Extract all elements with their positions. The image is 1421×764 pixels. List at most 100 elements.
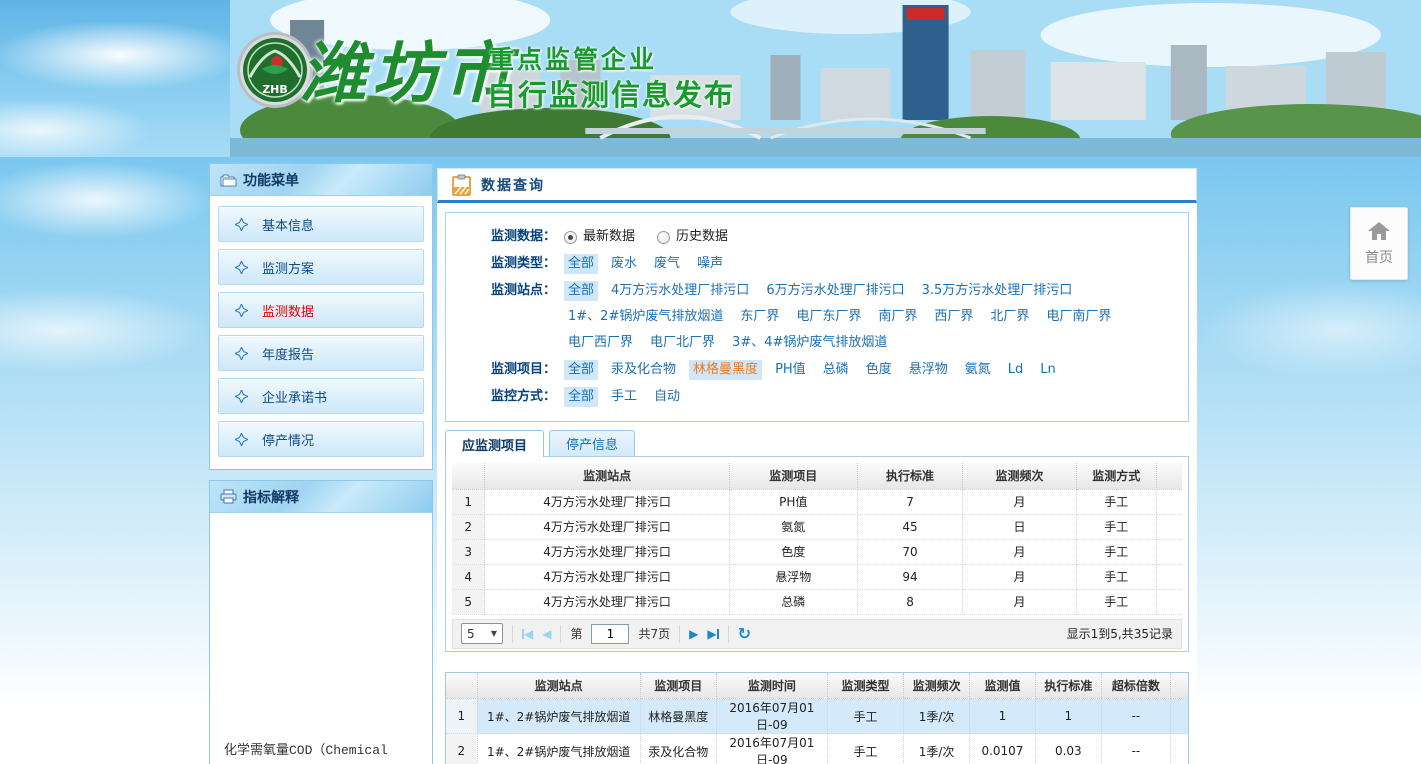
radio-latest-data[interactable]: 最新数据 (564, 227, 635, 247)
filter-option[interactable]: 总磷 (819, 360, 853, 380)
filter-label: 监测类型： (491, 254, 556, 274)
header-num (446, 673, 477, 699)
cell-type: 手工 (827, 699, 903, 734)
filter-option[interactable]: 悬浮物 (905, 360, 952, 380)
filter-option[interactable]: Ld (1004, 360, 1028, 380)
last-page-button[interactable]: ▶ (707, 628, 718, 640)
filter-option[interactable]: 4万方污水处理厂排污口 (607, 281, 753, 301)
sidebar-item-shutdown[interactable]: 停产情况 (218, 421, 424, 457)
cell-standard: 45 (857, 514, 963, 539)
filter-option[interactable]: 西厂界 (930, 307, 977, 327)
cell-spacer (1171, 734, 1188, 764)
cell-station: 4万方污水处理厂排污口 (485, 514, 730, 539)
folder-icon (220, 173, 237, 187)
filter-label: 监控方式： (491, 387, 556, 407)
indicator-title: 指标解释 (243, 487, 299, 507)
filter-option[interactable]: PH值 (771, 360, 810, 380)
compass-icon (235, 347, 248, 360)
sidebar-item-commitment[interactable]: 企业承诺书 (218, 378, 424, 414)
cell-item: 氨氮 (729, 514, 857, 539)
radio-icon (564, 231, 577, 244)
cell-method: 手工 (1076, 489, 1156, 514)
cell-station: 1#、2#锅炉废气排放烟道 (477, 699, 640, 734)
sidebar-item-monitor-plan[interactable]: 监测方案 (218, 249, 424, 285)
filter-option[interactable]: 噪声 (693, 254, 727, 274)
filter-option[interactable]: 全部 (564, 254, 598, 274)
monitoring-data-box: 监测站点 监测项目 监测时间 监测类型 监测频次 监测值 执行标准 超标倍数 1… (445, 672, 1189, 764)
filter-option-highlighted[interactable]: 林格曼黑度 (689, 360, 762, 380)
cell-freq: 月 (963, 539, 1076, 564)
cell-freq: 月 (963, 564, 1076, 589)
filter-option[interactable]: 电厂西厂界 (564, 333, 637, 353)
row-num: 5 (452, 589, 485, 614)
sidebar-item-label: 企业承诺书 (262, 387, 327, 406)
header-station: 监测站点 (477, 673, 640, 699)
filter-option[interactable]: 电厂南厂界 (1042, 307, 1115, 327)
header-type: 监测类型 (827, 673, 903, 699)
table-row: 5 4万方污水处理厂排污口 总磷 8 月 手工 (452, 589, 1182, 614)
home-button[interactable]: 首页 (1350, 207, 1408, 280)
filter-option[interactable]: 东厂界 (736, 307, 783, 327)
monitoring-items-content: 监测站点 监测项目 执行标准 监测频次 监测方式 1 4万方污水处理厂排污口 P… (445, 456, 1189, 652)
filter-option[interactable]: 自动 (650, 387, 684, 407)
sidebar-item-basic-info[interactable]: 基本信息 (218, 206, 424, 242)
filter-option[interactable]: 3.5万方污水处理厂排污口 (918, 281, 1077, 301)
tab-monitoring-items[interactable]: 应监测项目 (445, 430, 544, 457)
indicator-header: 指标解释 (210, 481, 432, 513)
sidebar-item-annual-report[interactable]: 年度报告 (218, 335, 424, 371)
table-row: 1 4万方污水处理厂排污口 PH值 7 月 手工 (452, 489, 1182, 514)
page-number-input[interactable] (591, 624, 629, 644)
header-standard: 执行标准 (1035, 673, 1101, 699)
table-row: 4 4万方污水处理厂排污口 悬浮物 94 月 手工 (452, 564, 1182, 589)
filter-option[interactable]: Ln (1036, 360, 1059, 380)
compass-icon (235, 218, 248, 231)
cell-value: 1 (970, 699, 1036, 734)
filter-option[interactable]: 北厂界 (986, 307, 1033, 327)
header-over: 超标倍数 (1101, 673, 1170, 699)
menu-body: 基本信息 监测方案 监测数据 年度报告 企业承诺书 停产情况 (210, 196, 432, 469)
next-page-button[interactable]: ▶ (689, 628, 698, 640)
filter-option[interactable]: 电厂东厂界 (792, 307, 865, 327)
tab-shutdown-info[interactable]: 停产信息 (549, 430, 635, 456)
cell-station: 4万方污水处理厂排污口 (485, 539, 730, 564)
filter-option[interactable]: 全部 (564, 387, 598, 407)
filter-option[interactable]: 6万方污水处理厂排污口 (762, 281, 908, 301)
filter-option[interactable]: 废气 (650, 254, 684, 274)
filter-option[interactable]: 氨氮 (961, 360, 995, 380)
filter-label: 监测项目： (491, 360, 556, 380)
table-row: 2 1#、2#锅炉废气排放烟道 汞及化合物 2016年07月01日-09 手工 … (446, 734, 1188, 764)
prev-page-button[interactable]: ◀ (542, 628, 551, 640)
cell-method: 手工 (1076, 589, 1156, 614)
filter-option[interactable]: 汞及化合物 (607, 360, 680, 380)
page-size-select[interactable]: 5 ▼ (461, 623, 503, 644)
filter-option[interactable]: 3#、4#锅炉废气排放烟道 (728, 333, 891, 353)
row-num: 3 (452, 539, 485, 564)
divider (560, 625, 561, 643)
refresh-icon[interactable]: ↻ (738, 624, 751, 643)
filter-option[interactable]: 电厂北厂界 (646, 333, 719, 353)
radio-label: 最新数据 (583, 227, 635, 247)
sidebar-item-monitor-data[interactable]: 监测数据 (218, 292, 424, 328)
table-header-row: 监测站点 监测项目 执行标准 监测频次 监测方式 (452, 463, 1182, 489)
site-subtitle-2: 自行监测信息发布 (487, 72, 735, 114)
filter-option[interactable]: 手工 (607, 387, 641, 407)
row-num: 1 (452, 489, 485, 514)
cell-spacer (1156, 589, 1182, 614)
filter-option[interactable]: 废水 (607, 254, 641, 274)
header-num (452, 463, 485, 489)
function-menu-header: 功能菜单 (210, 164, 432, 196)
cell-item: 汞及化合物 (640, 734, 716, 764)
cell-time: 2016年07月01日-09 (716, 734, 827, 764)
filter-option[interactable]: 色度 (862, 360, 896, 380)
cell-item: 色度 (729, 539, 857, 564)
first-page-button[interactable]: ◀ (522, 628, 533, 640)
cell-freq: 1季/次 (904, 699, 970, 734)
pagination-summary: 显示1到5,共35记录 (1067, 625, 1173, 642)
filter-option[interactable]: 全部 (564, 360, 598, 380)
compass-icon (235, 304, 248, 317)
filter-option[interactable]: 1#、2#锅炉废气排放烟道 (564, 307, 727, 327)
filter-option[interactable]: 南厂界 (874, 307, 921, 327)
first-page-icon (522, 629, 524, 639)
radio-history-data[interactable]: 历史数据 (657, 227, 728, 247)
filter-option[interactable]: 全部 (564, 281, 598, 301)
